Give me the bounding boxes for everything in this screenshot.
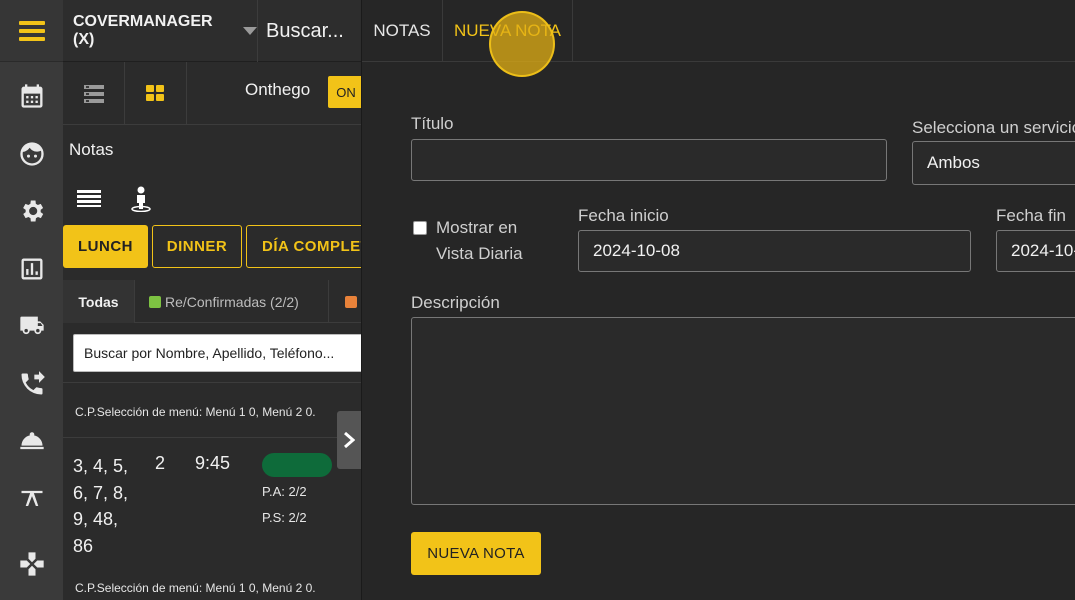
bar-chart-icon <box>21 258 42 280</box>
shift-lunch-button[interactable]: LUNCH <box>63 225 148 268</box>
description-label: Descripción <box>411 293 500 312</box>
section-title: Notas <box>69 140 114 159</box>
restaurant-name: COVERMANAGER (X) <box>73 13 213 48</box>
grid-icon <box>146 85 164 101</box>
games-button[interactable] <box>0 536 63 592</box>
chevron-right-icon <box>344 432 355 448</box>
global-search-text: Buscar... <box>266 19 344 42</box>
divider <box>63 382 361 383</box>
shift-full-day-button[interactable]: DÍA COMPLETO <box>246 225 361 268</box>
customers-button[interactable] <box>0 126 63 182</box>
menu-note: C.P.Selección de menú: Menú 1 0, Menú 2 … <box>75 405 316 419</box>
onthego-label: Onthego <box>245 80 311 99</box>
truck-icon <box>19 316 44 335</box>
list-icon <box>77 190 101 207</box>
confirmed-status-dot <box>149 295 161 308</box>
shift-dinner-button[interactable]: DINNER <box>152 225 242 268</box>
person-pin-icon <box>131 186 151 213</box>
end-date-input[interactable]: 2024-10-08 <box>996 230 1075 272</box>
description-textarea[interactable] <box>411 317 1075 505</box>
global-search[interactable]: Buscar... <box>258 0 361 62</box>
reports-button[interactable] <box>0 241 63 297</box>
expand-panel-button[interactable] <box>337 411 361 469</box>
service-select[interactable]: Ambos <box>912 141 1075 185</box>
service-bell-icon <box>19 432 44 450</box>
list-view-button[interactable] <box>63 62 125 125</box>
phone-forward-icon <box>21 371 45 395</box>
menu-button[interactable] <box>0 0 63 62</box>
filter-tab-pending[interactable] <box>329 280 361 323</box>
notes-tabs: NOTAS NUEVA NOTA <box>362 0 1075 62</box>
status-filter-tabs: Todas Re/Confirmadas (2/2) <box>63 280 361 323</box>
table-icon <box>21 490 42 506</box>
reservation-ps: P.S: 2/2 <box>262 510 307 525</box>
start-date-label: Fecha inicio <box>578 206 669 225</box>
settings-button[interactable] <box>0 183 63 239</box>
service-label: Selecciona un servicio <box>912 118 1075 137</box>
show-daily-checkbox[interactable] <box>413 221 427 235</box>
gear-icon <box>22 200 43 222</box>
left-rail <box>0 0 63 600</box>
person-filter-button[interactable] <box>131 186 151 217</box>
menu-icon <box>18 20 45 41</box>
restaurant-selector[interactable]: COVERMANAGER (X) <box>63 0 258 62</box>
tables-button[interactable] <box>0 471 63 527</box>
tables-line: 9, 48, <box>73 509 119 529</box>
view-toolbar: Onthego ON <box>63 62 361 125</box>
filter-tab-all[interactable]: Todas <box>63 280 135 323</box>
start-date-input[interactable]: 2024-10-08 <box>578 230 971 272</box>
end-date-label: Fecha fin <box>996 206 1066 225</box>
pending-status-dot <box>345 295 357 308</box>
reservation-tables[interactable]: 3, 4, 5, 6, 7, 8, 9, 48, 86 <box>73 453 133 559</box>
tables-line: 6, 7, 8, <box>73 482 129 503</box>
grid-view-button[interactable] <box>125 62 187 125</box>
tables-line: 3, 4, 5, <box>73 456 129 476</box>
reservation-time: 9:45 <box>195 453 231 473</box>
menu-note: C.P.Selección de menú: Menú 1 0, Menú 2 … <box>75 581 316 595</box>
tab-nueva-nota[interactable]: NUEVA NOTA <box>443 0 573 62</box>
onthego-toggle[interactable]: ON <box>328 76 361 108</box>
calendar-icon <box>21 84 42 108</box>
filter-tab-confirmed-label: Re/Confirmadas (2/2) <box>165 293 299 310</box>
delivery-button[interactable] <box>0 298 63 354</box>
divider <box>63 437 361 438</box>
app: COVERMANAGER (X) Buscar... Onthego ON No… <box>0 0 1075 600</box>
show-daily-label-line1: Mostrar en <box>436 218 518 237</box>
tab-notas[interactable]: NOTAS <box>362 0 443 62</box>
calendar-button[interactable] <box>0 68 63 124</box>
notes-list-button[interactable] <box>77 190 101 212</box>
server-list-icon <box>83 84 104 103</box>
show-daily-label-line2: Vista Diaria <box>436 244 523 263</box>
calls-button[interactable] <box>0 356 63 412</box>
reservation-pax: 2 <box>155 453 166 473</box>
gamepad-icon <box>19 552 44 576</box>
service-button[interactable] <box>0 413 63 469</box>
reservation-pa: P.A: 2/2 <box>262 484 307 499</box>
face-icon <box>19 142 44 166</box>
tables-line: 86 <box>73 535 94 556</box>
create-note-button[interactable]: NUEVA NOTA <box>411 532 541 575</box>
reservation-search-input[interactable]: Buscar por Nombre, Apellido, Teléfono... <box>73 334 361 372</box>
chevron-down-icon <box>243 27 257 35</box>
filter-tab-confirmed[interactable]: Re/Confirmadas (2/2) <box>135 280 329 323</box>
notes-panel: NOTAS NUEVA NOTA Título Selecciona un se… <box>361 0 1075 600</box>
reservations-panel: Onthego ON Notas LUNCH DINNER DÍA COMPLE… <box>63 62 361 600</box>
title-input[interactable] <box>411 139 887 181</box>
reservation-status-pill[interactable] <box>262 453 332 477</box>
title-label: Título <box>411 114 454 133</box>
